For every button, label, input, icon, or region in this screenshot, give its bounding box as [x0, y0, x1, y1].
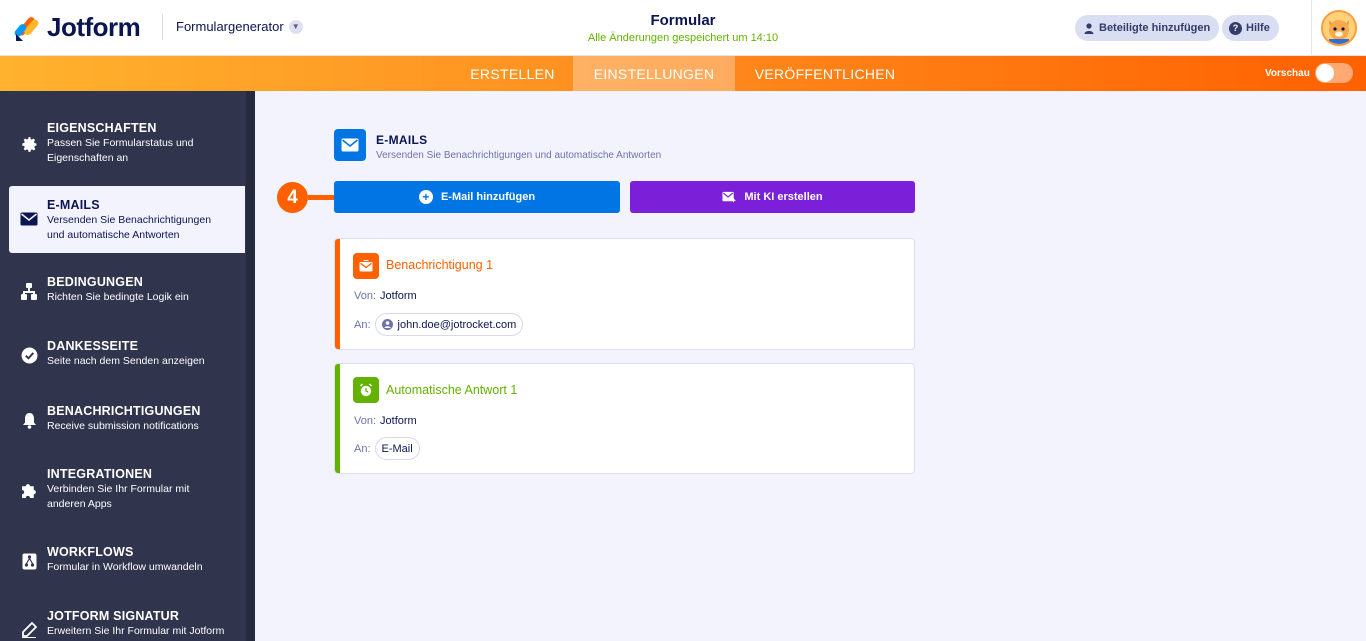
- sidebar-item-dankesseite[interactable]: DANKESSEITE Seite nach dem Senden anzeig…: [0, 329, 245, 379]
- settings-sidebar: EIGENSCHAFTEN Passen Sie Formularstatus …: [0, 91, 255, 641]
- sidebar-item-title: DANKESSEITE: [47, 339, 139, 353]
- signature-icon: [20, 621, 38, 639]
- notification-mail-icon: [353, 253, 379, 279]
- sidebar-scrollbar[interactable]: [246, 91, 255, 641]
- sidebar-item-desc: Passen Sie Formularstatus und Eigenschaf…: [47, 137, 194, 164]
- ai-mail-icon: [722, 190, 737, 204]
- add-participants-label: Beteiligte hinzufügen: [1099, 22, 1211, 34]
- plus-circle-icon: +: [418, 190, 433, 204]
- sidebar-item-desc: Erweitern Sie Ihr Formular mit Jotform: [47, 625, 225, 637]
- recipient-chip[interactable]: E-Mail: [374, 437, 420, 460]
- tab-veroeffentlichen[interactable]: VERÖFFENTLICHEN: [735, 56, 915, 91]
- ai-create-button[interactable]: Mit KI erstellen: [630, 181, 915, 213]
- avatar: [1321, 10, 1357, 46]
- email-card-autoresponder[interactable]: Automatische Antwort 1 Von: Jotform An: …: [334, 363, 915, 474]
- add-email-button[interactable]: + E-Mail hinzufügen: [334, 181, 620, 213]
- envelope-icon: [20, 210, 38, 228]
- sidebar-item-title: INTEGRATIONEN: [47, 467, 153, 481]
- sidebar-item-title: E-MAILS: [47, 198, 100, 212]
- sidebar-item-title: EIGENSCHAFTEN: [47, 121, 157, 135]
- section-description: Versenden Sie Benachrichtigungen und aut…: [376, 150, 662, 161]
- question-icon: ?: [1229, 21, 1242, 35]
- tab-erstellen[interactable]: ERSTELLEN: [452, 56, 573, 91]
- help-label: Hilfe: [1246, 22, 1270, 34]
- conditions-icon: [20, 282, 38, 300]
- sidebar-item-desc: Versenden Sie Benachrichtigungen und aut…: [47, 214, 212, 241]
- autoresponder-clock-icon: [353, 377, 379, 403]
- from-label: Von:: [354, 290, 377, 302]
- tab-einstellungen[interactable]: EINSTELLUNGEN: [573, 56, 735, 91]
- sidebar-item-desc: Verbinden Sie Ihr Formular mit anderen A…: [47, 483, 190, 510]
- email-card-notification[interactable]: Benachrichtigung 1 Von: Jotform An: john…: [334, 238, 915, 350]
- sidebar-item-desc: Formular in Workflow umwandeln: [47, 561, 203, 573]
- card-accent-bar: [335, 364, 340, 473]
- sidebar-item-jotform-signatur[interactable]: JOTFORM SIGNATUR Erweitern Sie Ihr Formu…: [0, 599, 245, 641]
- recipient-chip[interactable]: john.doe@jotrocket.com: [374, 313, 524, 336]
- card-title: Automatische Antwort 1: [386, 383, 518, 397]
- recipient-email: john.doe@jotrocket.com: [397, 318, 517, 331]
- sidebar-item-desc: Receive submission notifications: [47, 420, 199, 432]
- card-to-row: An: john.doe@jotrocket.com: [354, 313, 524, 336]
- sidebar-item-title: JOTFORM SIGNATUR: [47, 609, 180, 623]
- section-title: E-MAILS: [376, 133, 428, 147]
- sidebar-item-desc: Seite nach dem Senden anzeigen: [47, 355, 205, 367]
- sidebar-item-title: BENACHRICHTIGUNGEN: [47, 404, 201, 418]
- workflow-icon: [20, 552, 38, 570]
- from-value: Jotform: [380, 290, 417, 302]
- sidebar-item-integrationen[interactable]: INTEGRATIONEN Verbinden Sie Ihr Formular…: [0, 457, 245, 523]
- gear-icon: [20, 135, 38, 153]
- card-to-row: An: E-Mail: [354, 437, 420, 460]
- user-icon: [1082, 22, 1095, 35]
- sidebar-item-bedingungen[interactable]: BEDINGUNGEN Richten Sie bedingte Logik e…: [0, 265, 245, 315]
- to-label: An:: [354, 442, 371, 455]
- from-value: Jotform: [380, 415, 417, 427]
- builder-navbar: ERSTELLEN EINSTELLUNGEN VERÖFFENTLICHEN …: [0, 56, 1366, 91]
- top-header: Jotform Formulargenerator ▼ Formular All…: [0, 0, 1366, 56]
- sidebar-item-title: BEDINGUNGEN: [47, 275, 143, 289]
- toggle-knob: [1316, 64, 1334, 82]
- bell-icon: [20, 411, 38, 429]
- sidebar-item-title: WORKFLOWS: [47, 545, 134, 559]
- help-button[interactable]: ? Hilfe: [1222, 15, 1279, 41]
- check-circle-icon: [20, 346, 38, 364]
- add-email-label: E-Mail hinzufügen: [440, 191, 536, 203]
- avatar-container[interactable]: [1311, 0, 1366, 56]
- recipient-field: E-Mail: [381, 442, 413, 455]
- card-from-row: Von: Jotform: [354, 290, 417, 302]
- puzzle-icon: [20, 481, 38, 499]
- sidebar-item-workflows[interactable]: WORKFLOWS Formular in Workflow umwandeln: [0, 535, 245, 585]
- sidebar-item-desc: Richten Sie bedingte Logik ein: [47, 291, 189, 303]
- user-circle-icon: [381, 319, 393, 330]
- preview-toggle[interactable]: [1315, 63, 1353, 83]
- card-accent-bar: [335, 239, 340, 349]
- sidebar-item-benachrichtigungen[interactable]: BENACHRICHTIGUNGEN Receive submission no…: [0, 394, 245, 444]
- card-from-row: Von: Jotform: [354, 415, 417, 427]
- sidebar-item-emails[interactable]: E-MAILS Versenden Sie Benachrichtigungen…: [9, 186, 245, 253]
- sidebar-item-eigenschaften[interactable]: EIGENSCHAFTEN Passen Sie Formularstatus …: [0, 111, 245, 177]
- step-number-badge: 4: [277, 182, 308, 213]
- card-title: Benachrichtigung 1: [386, 258, 494, 272]
- to-label: An:: [354, 318, 371, 331]
- add-participants-button[interactable]: Beteiligte hinzufügen: [1075, 15, 1220, 41]
- ai-create-label: Mit KI erstellen: [744, 191, 823, 203]
- emails-section-icon: [334, 129, 366, 161]
- preview-label: Vorschau: [1265, 68, 1310, 79]
- from-label: Von:: [354, 415, 377, 427]
